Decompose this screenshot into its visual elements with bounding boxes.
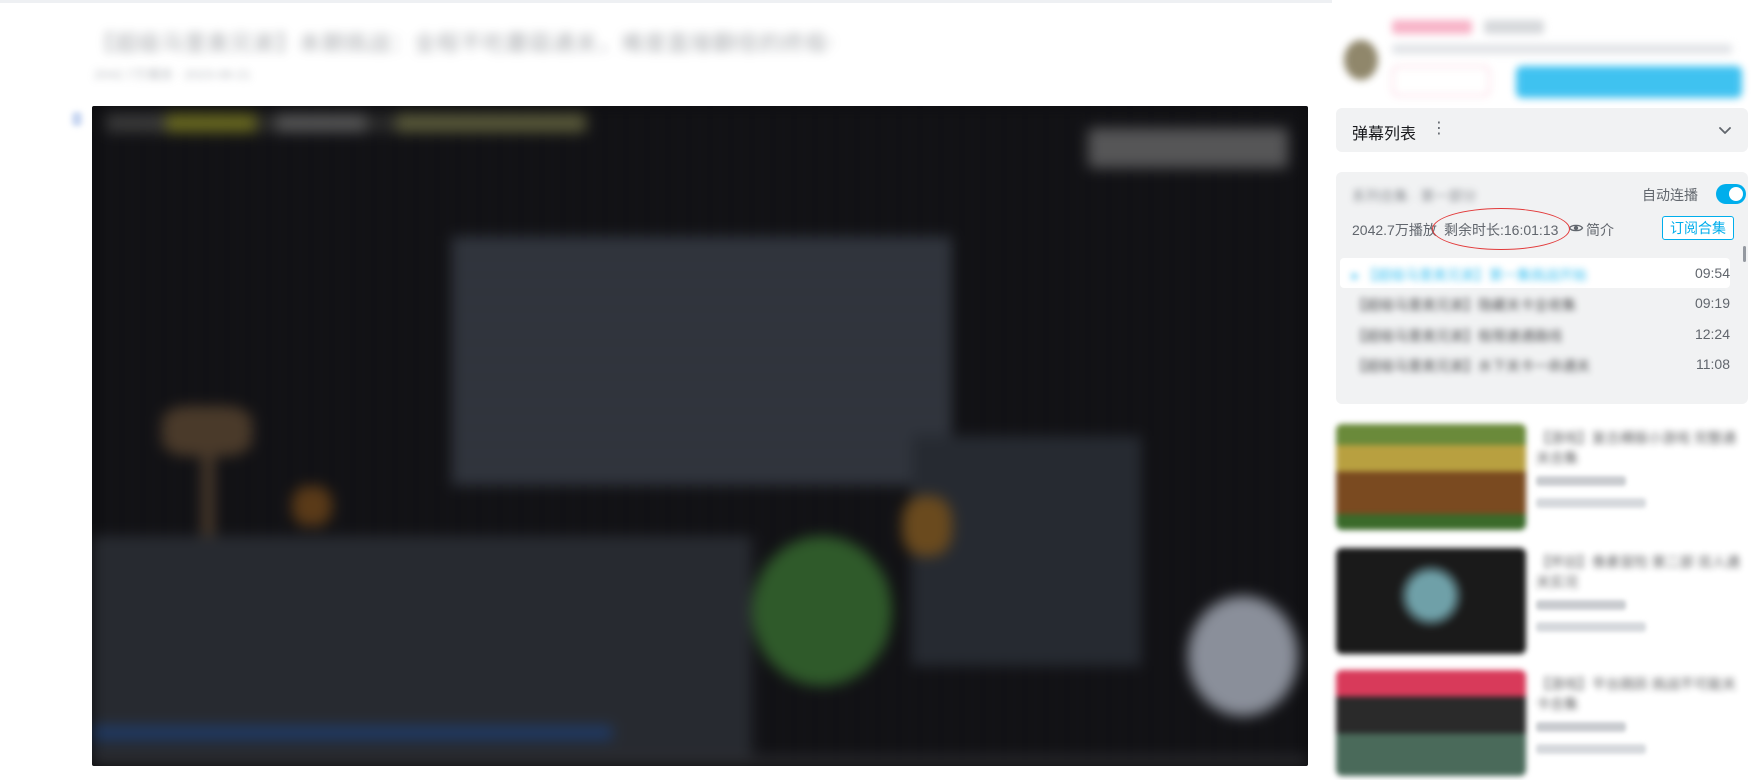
episode-duration: 09:54 (1694, 265, 1730, 281)
recommended-video-uploader[interactable] (1536, 722, 1626, 732)
right-sidebar: 弹幕列表 ⋮ 系列合集 · 第一部分 自动连播 2042.7万播放 剩余时长:1… (1336, 0, 1754, 776)
episode-duration: 11:08 (1696, 356, 1730, 372)
episode-title: 【超级马里奥兄弟】极限速通路线 (1352, 328, 1562, 342)
video-thumbnail[interactable] (1336, 424, 1526, 530)
toggle-knob (1729, 187, 1743, 201)
intro-link[interactable]: 简介 (1586, 220, 1614, 240)
video-thumbnail[interactable] (1336, 670, 1526, 776)
playlist-title[interactable]: 系列合集 · 第一部分 (1352, 186, 1502, 202)
episode-title: 【超级马里奥兄弟】水下关卡一命通关 (1352, 358, 1590, 372)
more-icon[interactable]: ⋮ (1431, 120, 1447, 138)
video-player[interactable] (92, 106, 1308, 766)
video-title: 【超级马里奥兄弟】本期挑战：全程不吃蘑菇通关，难度直接翻倍的终极考验 (92, 31, 832, 52)
danmaku-list-bar[interactable]: 弹幕列表 ⋮ (1336, 108, 1748, 152)
episode-item[interactable]: ▸ 【超级马里奥兄弟】第一集挑战开始 09:54 (1340, 258, 1730, 288)
recommended-video[interactable]: 【怀旧】像素冒险 第二部 双人通关实况 (1336, 548, 1748, 658)
episode-item[interactable]: 【超级马里奥兄弟】极限速通路线 12:24 (1340, 319, 1730, 349)
autoplay-label: 自动连播 (1642, 187, 1698, 203)
playlist-play-count: 2042.7万播放 (1352, 222, 1437, 238)
recommended-video[interactable]: 【游戏】平台跳跃 挑战不可能关卡合集 (1336, 670, 1748, 780)
danmaku-list-label: 弹幕列表 (1352, 126, 1417, 143)
recommended-video-uploader[interactable] (1536, 476, 1626, 486)
uploader-card (1336, 10, 1748, 98)
header-divider (0, 0, 1332, 3)
episode-list: ▸ 【超级马里奥兄弟】第一集挑战开始 09:54 【超级马里奥兄弟】隐藏关卡全收… (1336, 258, 1748, 404)
recommended-video-title[interactable]: 【怀旧】像素冒险 第二部 双人通关实况 (1536, 552, 1746, 592)
episode-item[interactable]: 【超级马里奥兄弟】隐藏关卡全收集 09:19 (1340, 288, 1730, 318)
recommended-video-uploader[interactable] (1536, 600, 1626, 610)
uploader-description (1392, 44, 1732, 54)
eye-icon (1568, 224, 1584, 232)
episode-title: ▸ 【超级马里奥兄弟】第一集挑战开始 (1352, 267, 1587, 281)
episode-duration: 09:19 (1694, 295, 1730, 311)
charge-button[interactable] (1392, 66, 1490, 96)
episode-title: 【超级马里奥兄弟】隐藏关卡全收集 (1352, 297, 1576, 311)
recommended-video-title[interactable]: 【游戏】平台跳跃 挑战不可能关卡合集 (1536, 674, 1746, 714)
video-frame (92, 106, 1308, 766)
recommended-video-title[interactable]: 【游戏】复古横版小游戏 完整通关合集 (1536, 428, 1746, 468)
recommended-video-stats (1536, 622, 1646, 632)
message-link[interactable] (1484, 20, 1544, 34)
recommended-video-stats (1536, 498, 1646, 508)
subscribe-collection-button[interactable]: 订阅合集 (1662, 216, 1734, 240)
episode-list-scrollbar[interactable] (1743, 246, 1746, 262)
follow-button[interactable] (1516, 66, 1742, 98)
episode-duration: 12:24 (1694, 326, 1730, 342)
episode-item[interactable]: 【超级马里奥兄弟】水下关卡一命通关 11:08 (1340, 349, 1730, 379)
recommended-video-stats (1536, 744, 1646, 754)
chevron-down-icon[interactable] (1716, 121, 1734, 139)
autoplay-toggle[interactable] (1716, 184, 1746, 204)
left-rail-marker (72, 112, 82, 126)
recommended-video[interactable]: 【游戏】复古横版小游戏 完整通关合集 (1336, 424, 1748, 534)
remaining-duration: 剩余时长:16:01:13 (1444, 222, 1559, 238)
avatar[interactable] (1344, 40, 1378, 80)
playlist-panel: 系列合集 · 第一部分 自动连播 2042.7万播放 剩余时长:16:01:13… (1336, 172, 1748, 404)
video-thumbnail[interactable] (1336, 548, 1526, 654)
video-meta: 2042.7万播放 · 2023-08-21 (94, 67, 251, 82)
uploader-name[interactable] (1392, 20, 1472, 34)
